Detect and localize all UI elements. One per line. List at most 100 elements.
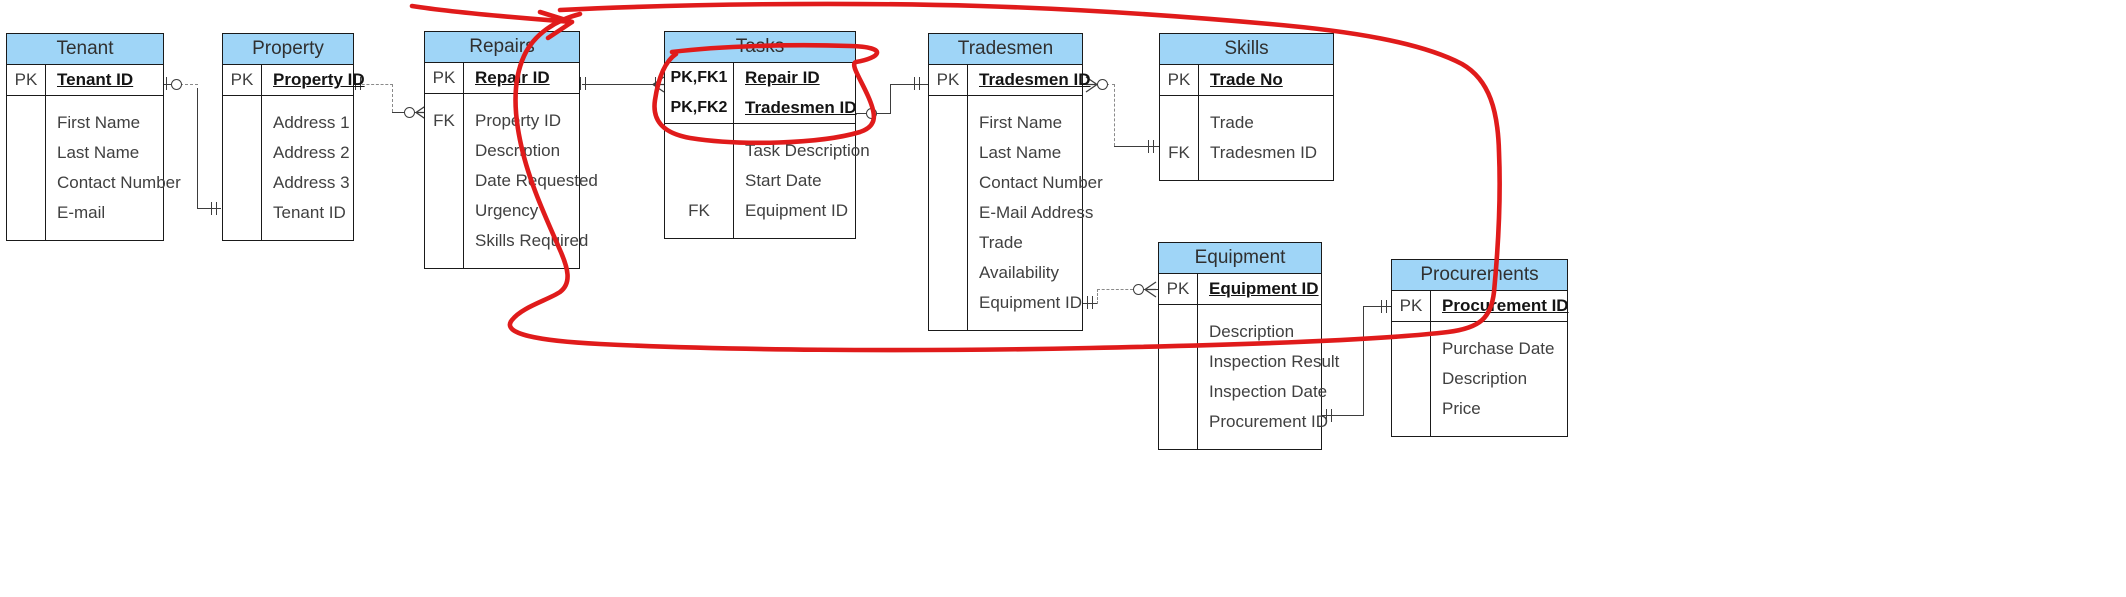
attribute-row[interactable]: Task Description bbox=[665, 136, 870, 166]
attribute-row[interactable]: Contact Number bbox=[7, 168, 181, 198]
attribute-row[interactable]: Price bbox=[1392, 394, 1567, 424]
entity-title: Equipment bbox=[1159, 243, 1321, 274]
attribute-name: Trade bbox=[1210, 113, 1254, 132]
connector-segment bbox=[197, 208, 221, 209]
attribute-row[interactable]: Trade bbox=[1160, 108, 1333, 138]
attribute-row[interactable]: PK Tenant ID bbox=[7, 65, 163, 96]
attribute-row[interactable]: Start Date bbox=[665, 166, 855, 196]
attribute-row[interactable]: FK Property ID bbox=[425, 106, 579, 136]
attribute-row[interactable]: Procurement ID bbox=[1159, 407, 1329, 437]
entity-title: Tradesmen bbox=[929, 34, 1082, 65]
attribute-row[interactable]: Equipment ID bbox=[929, 288, 1082, 318]
attribute-key: FK bbox=[1160, 138, 1199, 168]
connector-segment bbox=[1363, 306, 1364, 416]
attribute-row[interactable]: PK Property ID bbox=[223, 65, 365, 96]
entity-tenant[interactable]: Tenant PK Tenant ID First Name Last Name… bbox=[6, 33, 181, 241]
attribute-name: Tenant ID bbox=[45, 65, 163, 96]
attribute-row[interactable]: Description bbox=[425, 136, 579, 166]
attribute-row[interactable]: PK Procurement ID bbox=[1392, 291, 1569, 322]
attribute-name: Tenant ID bbox=[273, 203, 346, 222]
attribute-row[interactable]: FK Tradesmen ID bbox=[1160, 138, 1333, 168]
attribute-row[interactable]: Address 2 bbox=[223, 138, 353, 168]
attribute-row[interactable]: PK,FK2 Tradesmen ID bbox=[665, 93, 857, 124]
attribute-row[interactable]: PK,FK1 Repair ID bbox=[665, 63, 855, 93]
attribute-row[interactable]: E-mail bbox=[7, 198, 163, 228]
attribute-row[interactable]: Address 1 bbox=[223, 108, 353, 138]
spacer-row bbox=[1160, 95, 1333, 108]
attribute-row[interactable]: FK Equipment ID bbox=[665, 196, 855, 226]
entity-title: Tasks bbox=[665, 32, 855, 63]
connector-segment bbox=[1322, 415, 1364, 416]
connector-segment bbox=[1097, 289, 1133, 290]
attribute-row[interactable]: Date Requested bbox=[425, 166, 598, 196]
attribute-row[interactable]: PK Equipment ID bbox=[1159, 274, 1321, 305]
connector-segment bbox=[875, 113, 891, 114]
attribute-name: Availability bbox=[979, 263, 1060, 282]
attribute-row[interactable]: Inspection Date bbox=[1159, 377, 1328, 407]
attribute-name: Property ID bbox=[261, 65, 365, 96]
connector-tick bbox=[166, 77, 167, 90]
entity-property[interactable]: Property PK Property ID Address 1 Addres… bbox=[222, 33, 365, 241]
entity-tasks[interactable]: Tasks PK,FK1 Repair ID PK,FK2 Tradesmen … bbox=[664, 31, 870, 239]
attribute-key bbox=[223, 138, 262, 168]
attribute-row[interactable]: Address 3 bbox=[223, 168, 353, 198]
attribute-name: Contact Number bbox=[57, 173, 181, 192]
attribute-row[interactable]: Description bbox=[1392, 364, 1567, 394]
attribute-key: FK bbox=[665, 196, 734, 226]
attribute-row[interactable]: PK Trade No bbox=[1160, 65, 1333, 96]
spacer-row bbox=[425, 256, 579, 268]
attribute-key: PK bbox=[1159, 274, 1198, 305]
spacer-row bbox=[1159, 437, 1321, 449]
attribute-row[interactable]: Availability bbox=[929, 258, 1082, 288]
attribute-key bbox=[223, 108, 262, 138]
attribute-name: Procurement ID bbox=[1209, 412, 1329, 431]
entity-equipment[interactable]: Equipment PK Equipment ID Description In… bbox=[1158, 242, 1340, 450]
attribute-row[interactable]: Last Name bbox=[929, 138, 1082, 168]
attribute-key bbox=[665, 136, 734, 166]
attribute-name: Urgency bbox=[475, 201, 539, 220]
spacer-row bbox=[223, 228, 353, 240]
attribute-name: Inspection Result bbox=[1209, 352, 1340, 371]
attribute-name: Tradesmen ID bbox=[967, 65, 1091, 96]
attribute-name: Inspection Date bbox=[1209, 382, 1328, 401]
entity-tradesmen[interactable]: Tradesmen PK Tradesmen ID First Name Las… bbox=[928, 33, 1103, 331]
attribute-row[interactable]: E-Mail Address bbox=[929, 198, 1093, 228]
attribute-row[interactable]: PK Repair ID bbox=[425, 63, 579, 94]
entity-attribute-table: PK Repair ID FK Property ID Description … bbox=[425, 63, 598, 268]
attribute-row[interactable]: Description bbox=[1159, 317, 1321, 347]
attribute-row[interactable]: First Name bbox=[929, 108, 1082, 138]
attribute-name: Description bbox=[475, 141, 561, 160]
attribute-row[interactable]: First Name bbox=[7, 108, 163, 138]
connector-optional-circle bbox=[1097, 79, 1108, 90]
connector-tick bbox=[1386, 300, 1387, 313]
attribute-key bbox=[1392, 394, 1431, 424]
attribute-row[interactable]: Skills Required bbox=[425, 226, 588, 256]
entity-skills[interactable]: Skills PK Trade No Trade FK Tradesmen ID bbox=[1159, 33, 1334, 181]
entity-procurements[interactable]: Procurements PK Procurement ID Purchase … bbox=[1391, 259, 1569, 437]
attribute-row[interactable]: Tenant ID bbox=[223, 198, 353, 228]
attribute-name: Repair ID bbox=[463, 63, 579, 94]
attribute-name: Trade bbox=[979, 233, 1023, 252]
attribute-row[interactable]: Purchase Date bbox=[1392, 334, 1567, 364]
attribute-row[interactable]: Trade bbox=[929, 228, 1082, 258]
entity-attribute-table: PK Property ID Address 1 Address 2 Addre… bbox=[223, 65, 365, 240]
attribute-name: Property ID bbox=[475, 111, 561, 130]
spacer-row bbox=[665, 226, 855, 238]
entity-attribute-table: PK Trade No Trade FK Tradesmen ID bbox=[1160, 65, 1333, 180]
entity-attribute-table: PK Tradesmen ID First Name Last Name Con… bbox=[929, 65, 1103, 330]
connector-segment bbox=[163, 84, 171, 85]
attribute-row[interactable]: Last Name bbox=[7, 138, 163, 168]
attribute-name: Tradesmen ID bbox=[1210, 143, 1318, 162]
attribute-row[interactable]: Contact Number bbox=[929, 168, 1103, 198]
attribute-row[interactable]: PK Tradesmen ID bbox=[929, 65, 1091, 96]
attribute-name: Trade No bbox=[1198, 65, 1333, 96]
attribute-key bbox=[929, 228, 968, 258]
attribute-row[interactable]: Urgency bbox=[425, 196, 579, 226]
entity-repairs[interactable]: Repairs PK Repair ID FK Property ID Desc… bbox=[424, 31, 598, 269]
entity-title: Skills bbox=[1160, 34, 1333, 65]
connector-segment bbox=[890, 84, 891, 114]
attribute-row[interactable]: Inspection Result bbox=[1159, 347, 1340, 377]
attribute-name: Purchase Date bbox=[1442, 339, 1555, 358]
er-diagram-canvas: Tenant PK Tenant ID First Name Last Name… bbox=[0, 0, 2126, 597]
connector-tick bbox=[919, 77, 920, 90]
